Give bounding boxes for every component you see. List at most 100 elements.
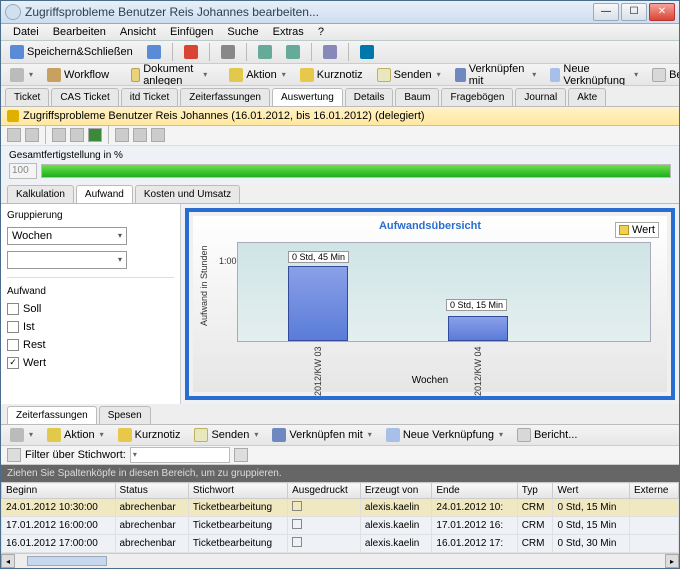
x-tick-1: 2012/KW 03 — [313, 346, 323, 396]
filter-clear-icon[interactable] — [234, 448, 248, 462]
horizontal-scrollbar[interactable]: ◂ ▸ — [1, 553, 679, 568]
lower-report-button[interactable]: Bericht... — [512, 425, 582, 445]
col-ende[interactable]: Ende — [432, 483, 517, 499]
mini-icon-1[interactable] — [7, 128, 21, 142]
lower-tab-zeiterfassungen[interactable]: Zeiterfassungen — [7, 406, 97, 424]
mini-icon-6[interactable] — [151, 128, 165, 142]
delete-button[interactable] — [179, 42, 203, 62]
progress-label: Gesamtfertigstellung in % — [9, 150, 671, 161]
tab-itd-ticket[interactable]: itd Ticket — [121, 88, 178, 106]
col-stichwort[interactable]: Stichwort — [188, 483, 287, 499]
help-button[interactable] — [355, 42, 379, 62]
cell-beginn: 17.01.2012 16:00:00 — [2, 517, 116, 535]
workflow-button[interactable]: Workflow — [42, 65, 114, 85]
print-button[interactable] — [216, 42, 240, 62]
cell-typ: CRM — [517, 535, 553, 553]
table-row[interactable]: 24.01.2012 10:30:00abrechenbarTicketbear… — [2, 499, 679, 517]
lower-link-with-button[interactable]: Verknüpfen mit — [267, 425, 376, 445]
report-button[interactable]: Bericht... — [647, 65, 679, 85]
nav-down-button[interactable] — [281, 42, 305, 62]
save-button[interactable] — [142, 42, 166, 62]
table-row[interactable]: 16.01.2012 17:00:00abrechenbarTicketbear… — [2, 535, 679, 553]
close-button[interactable]: ✕ — [649, 3, 675, 21]
menu-suche[interactable]: Suche — [221, 24, 264, 40]
mini-icon-4[interactable] — [115, 128, 129, 142]
progress-input[interactable] — [9, 163, 37, 179]
lower-send-button[interactable]: Senden — [189, 425, 263, 445]
lower-action-button[interactable]: Aktion — [42, 425, 109, 445]
filter-combo[interactable] — [130, 447, 230, 463]
tab-ticket[interactable]: Ticket — [5, 88, 49, 106]
cell-typ: CRM — [517, 499, 553, 517]
grouping-combo[interactable]: Wochen — [7, 227, 127, 245]
menu-einfuegen[interactable]: Einfügen — [164, 24, 219, 40]
col-typ[interactable]: Typ — [517, 483, 553, 499]
check-ist[interactable]: Ist — [7, 321, 174, 333]
action-button[interactable]: Aktion — [224, 65, 291, 85]
tab-details[interactable]: Details — [345, 88, 394, 106]
menu-datei[interactable]: Datei — [7, 24, 45, 40]
shortnote-button[interactable]: Kurznotiz — [295, 65, 368, 85]
mini-print-icon[interactable] — [52, 128, 66, 142]
col-externe[interactable]: Externe — [629, 483, 678, 499]
minimize-button[interactable]: — — [593, 3, 619, 21]
check-wert[interactable]: ✓Wert — [7, 357, 174, 369]
checkbox-icon: ✓ — [7, 357, 19, 369]
col-status[interactable]: Status — [115, 483, 188, 499]
link-with-button[interactable]: Verknüpfen mit — [450, 64, 542, 87]
grouping-combo-2[interactable] — [7, 251, 127, 269]
menu-help[interactable]: ? — [312, 24, 330, 40]
cell-wert: 0 Std, 30 Min — [553, 535, 630, 553]
tab-cas-ticket[interactable]: CAS Ticket — [51, 88, 118, 106]
gear-dropdown[interactable] — [5, 65, 38, 85]
col-beginn[interactable]: Beginn — [2, 483, 116, 499]
content-row: Gruppierung Wochen Aufwand Soll Ist Rest… — [1, 204, 679, 404]
group-by-bar[interactable]: Ziehen Sie Spaltenköpfe in diesen Bereic… — [1, 465, 679, 482]
subtab-aufwand[interactable]: Aufwand — [76, 185, 133, 203]
lower-tab-spesen[interactable]: Spesen — [99, 406, 151, 424]
lower-gear-dropdown[interactable] — [5, 425, 38, 445]
new-link-icon — [386, 428, 400, 442]
filter-icon[interactable] — [7, 448, 21, 462]
bar-1-label: 0 Std, 45 Min — [288, 251, 349, 263]
doc-create-button[interactable]: Dokument anlegen — [126, 64, 212, 87]
tab-baum[interactable]: Baum — [395, 88, 439, 106]
scroll-left-icon[interactable]: ◂ — [1, 554, 15, 568]
subtab-kalkulation[interactable]: Kalkulation — [7, 185, 74, 203]
refresh-button[interactable] — [318, 42, 342, 62]
menu-ansicht[interactable]: Ansicht — [114, 24, 162, 40]
checkbox-icon — [7, 339, 19, 351]
tab-auswertung[interactable]: Auswertung — [272, 88, 343, 106]
info-text: Zugriffsprobleme Benutzer Reis Johannes … — [23, 110, 425, 122]
tab-akte[interactable]: Akte — [568, 88, 606, 106]
table-row[interactable]: 17.01.2012 16:00:00abrechenbarTicketbear… — [2, 517, 679, 535]
menu-bearbeiten[interactable]: Bearbeiten — [47, 24, 112, 40]
mini-icon-5[interactable] — [133, 128, 147, 142]
tab-journal[interactable]: Journal — [515, 88, 566, 106]
col-erzeugt-von[interactable]: Erzeugt von — [360, 483, 432, 499]
star-icon — [47, 428, 61, 442]
col-ausgedruckt[interactable]: Ausgedruckt — [288, 483, 361, 499]
excel-export-icon[interactable] — [88, 128, 102, 142]
tab-zeiterfassungen[interactable]: Zeiterfassungen — [180, 88, 270, 106]
subtab-kosten[interactable]: Kosten und Umsatz — [135, 185, 240, 203]
cell-externe — [629, 517, 678, 535]
lower-shortnote-button[interactable]: Kurznotiz — [113, 425, 186, 445]
maximize-button[interactable]: ☐ — [621, 3, 647, 21]
scroll-thumb[interactable] — [27, 556, 107, 566]
menu-extras[interactable]: Extras — [267, 24, 310, 40]
mini-icon-3[interactable] — [70, 128, 84, 142]
scroll-right-icon[interactable]: ▸ — [665, 554, 679, 568]
plot-area: 0 Std, 45 Min 0 Std, 15 Min — [237, 242, 651, 342]
nav-up-button[interactable] — [253, 42, 277, 62]
mini-icon-2[interactable] — [25, 128, 39, 142]
check-rest[interactable]: Rest — [7, 339, 174, 351]
check-soll[interactable]: Soll — [7, 303, 174, 315]
lower-tabs: Zeiterfassungen Spesen — [1, 404, 679, 425]
tab-frageboegen[interactable]: Fragebögen — [441, 88, 513, 106]
lower-new-link-button[interactable]: Neue Verknüpfung — [381, 425, 508, 445]
new-link-button[interactable]: Neue Verknüpfung — [545, 64, 643, 87]
save-close-button[interactable]: Speichern&Schließen — [5, 42, 138, 62]
send-button[interactable]: Senden — [372, 65, 446, 85]
col-wert[interactable]: Wert — [553, 483, 630, 499]
